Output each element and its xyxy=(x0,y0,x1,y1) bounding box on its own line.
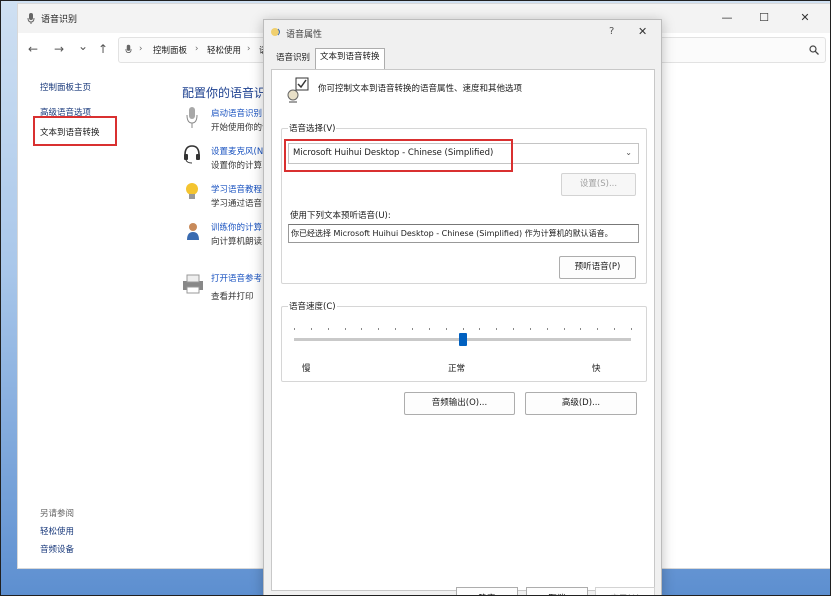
microphone-icon xyxy=(27,13,35,24)
cancel-button[interactable]: 取消 xyxy=(526,587,588,595)
search-input[interactable] xyxy=(658,37,826,63)
ease-of-access-link[interactable]: 轻松使用 xyxy=(40,525,74,537)
voice-speed-label: 语音速度(C) xyxy=(288,300,337,312)
slider-tick xyxy=(597,328,599,330)
desktop-background: 语音识别 — ☐ ✕ ← → ⌄ ↑ › 控制面板 › 轻松使用 › 语 xyxy=(0,0,831,596)
forward-button[interactable]: → xyxy=(54,43,64,55)
recent-dropdown-button[interactable]: ⌄ xyxy=(78,40,88,52)
window-title: 语音识别 xyxy=(41,15,78,25)
speed-slow-label: 慢 xyxy=(302,364,311,374)
slider-tick xyxy=(563,328,565,330)
settings-button[interactable]: 设置(S)... xyxy=(561,173,636,196)
maximize-button[interactable]: ☐ xyxy=(755,10,773,26)
user-icon xyxy=(187,223,199,240)
close-button[interactable]: ✕ xyxy=(796,10,814,26)
slider-tick xyxy=(546,328,548,330)
voice-selection-label: 语音选择(V) xyxy=(288,122,337,134)
audio-devices-link[interactable]: 音频设备 xyxy=(40,543,74,555)
up-button[interactable]: ↑ xyxy=(98,43,108,55)
slider-tick xyxy=(310,328,312,330)
dialog-close-button[interactable]: ✕ xyxy=(638,25,647,38)
preview-label: 使用下列文本预听语音(U): xyxy=(290,211,391,221)
setup-microphone-desc: 设置你的计算 xyxy=(211,161,263,171)
audio-output-button[interactable]: 音频输出(O)... xyxy=(404,392,515,415)
tab-speech-recognition[interactable]: 语音识别 xyxy=(272,50,314,67)
speech-tutorial-link[interactable]: 学习语音教程 xyxy=(211,183,262,195)
slider-tick xyxy=(462,328,464,330)
breadcrumb-control-panel[interactable]: 控制面板 xyxy=(153,44,187,56)
speech-properties-dialog: 语音属性 ? ✕ 语音识别 文本到语音转换 你可控制文本到语音转换的语音属性、速… xyxy=(263,19,662,595)
breadcrumb-ease-of-access[interactable]: 轻松使用 xyxy=(207,44,241,56)
slider-tick xyxy=(529,328,531,330)
slider-tick xyxy=(445,328,447,330)
search-icon xyxy=(809,45,819,55)
dialog-description: 你可控制文本到语音转换的语音属性、速度和其他选项 xyxy=(318,84,523,94)
speed-fast-label: 快 xyxy=(592,364,601,374)
slider-tick xyxy=(378,328,380,330)
slider-tick xyxy=(496,328,498,330)
open-speech-reference-desc: 查看并打印 xyxy=(211,292,254,302)
speed-slider-thumb[interactable] xyxy=(458,333,467,346)
microphone-icon xyxy=(125,44,132,54)
voice-highlight-box xyxy=(284,139,513,172)
slider-tick xyxy=(395,328,397,330)
back-button[interactable]: ← xyxy=(28,43,38,55)
control-panel-home-link[interactable]: 控制面板主页 xyxy=(40,81,91,93)
lightbulb-icon xyxy=(186,183,198,199)
dialog-titlebar: 语音属性 ? ✕ xyxy=(264,20,661,46)
minimize-button[interactable]: — xyxy=(718,10,736,26)
chevron-down-icon: ⌄ xyxy=(625,148,632,157)
speech-checkbox-icon xyxy=(287,77,309,103)
help-button[interactable]: ? xyxy=(609,26,614,37)
highlight-box xyxy=(33,116,117,146)
tab-panel: 你可控制文本到语音转换的语音属性、速度和其他选项 语音选择(V) Microso… xyxy=(271,69,655,591)
open-speech-reference-link[interactable]: 打开语音参考 xyxy=(211,272,262,284)
slider-tick xyxy=(614,328,616,330)
setup-microphone-link[interactable]: 设置麦克风(N xyxy=(211,145,263,157)
printer-icon xyxy=(183,274,203,294)
see-also-heading: 另请参阅 xyxy=(40,509,75,519)
ok-button[interactable]: 确定 xyxy=(456,587,518,595)
slider-tick xyxy=(631,328,632,330)
slider-tick xyxy=(479,328,481,330)
page-title: 配置你的语音识 xyxy=(182,86,267,100)
slider-tick xyxy=(428,328,430,330)
breadcrumb[interactable]: › 控制面板 › 轻松使用 › 语 xyxy=(118,37,270,63)
preview-voice-button[interactable]: 预听语音(P) xyxy=(559,256,636,279)
preview-text-input[interactable]: 你已经选择 Microsoft Huihui Desktop - Chinese… xyxy=(288,224,639,243)
apply-button[interactable]: 应用(A) xyxy=(595,587,655,595)
slider-tick xyxy=(411,328,413,330)
microphone-icon xyxy=(186,107,198,128)
slider-tick xyxy=(294,328,295,330)
tab-text-to-speech[interactable]: 文本到语音转换 xyxy=(315,48,385,69)
speech-properties-icon xyxy=(271,28,280,36)
train-computer-desc: 向计算机朗读 xyxy=(211,237,263,247)
slider-tick xyxy=(327,328,329,330)
speech-tutorial-desc: 学习通过语音 xyxy=(211,199,263,209)
slider-tick xyxy=(513,328,515,330)
slider-tick xyxy=(344,328,346,330)
slider-tick xyxy=(580,328,582,330)
train-computer-link[interactable]: 训练你的计算 xyxy=(211,221,262,233)
slider-tick xyxy=(361,328,363,330)
start-speech-recognition-link[interactable]: 启动语音识别 xyxy=(211,107,262,119)
dialog-title: 语音属性 xyxy=(286,30,323,40)
advanced-button[interactable]: 高级(D)... xyxy=(525,392,637,415)
speed-normal-label: 正常 xyxy=(448,364,466,374)
headset-icon xyxy=(184,145,200,164)
start-speech-recognition-desc: 开始使用你的语 xyxy=(211,123,271,133)
